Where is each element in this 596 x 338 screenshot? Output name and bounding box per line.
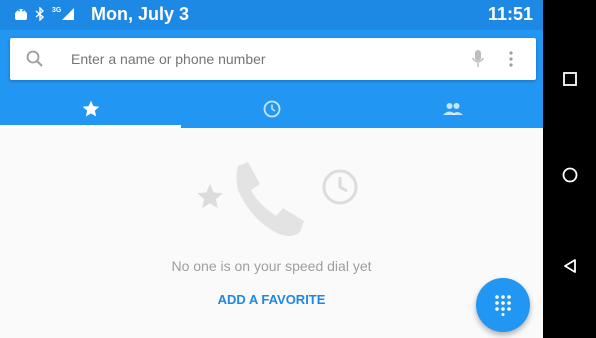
android-icon <box>15 9 27 20</box>
clock-icon <box>263 100 280 118</box>
dialer-header: Enter a name or phone number <box>0 30 543 128</box>
tab-contacts[interactable] <box>362 90 543 128</box>
status-date: Mon, July 3 <box>91 4 190 24</box>
dialpad-fab[interactable] <box>476 278 530 332</box>
speed-dial-illustration-icon <box>197 162 358 236</box>
speed-dial-empty-state: No one is on your speed dial yet ADD A F… <box>0 128 543 338</box>
dialer-tabs <box>0 90 543 128</box>
search-box[interactable]: Enter a name or phone number <box>10 38 536 80</box>
back-icon <box>564 259 576 273</box>
more-options-icon[interactable] <box>508 49 514 69</box>
tab-speed-dial[interactable] <box>0 90 181 128</box>
dialpad-icon <box>495 295 511 316</box>
navigation-bar <box>543 0 596 338</box>
recents-button[interactable] <box>557 66 583 92</box>
search-icon <box>26 50 43 67</box>
phone-screen: 3G Mon, July 3 11:51 Enter a name or pho… <box>0 0 543 338</box>
status-icons: 3G <box>14 7 75 21</box>
bluetooth-icon <box>35 7 45 21</box>
empty-state-message: No one is on your speed dial yet <box>171 258 372 274</box>
star-icon <box>82 100 99 117</box>
home-icon <box>562 167 578 183</box>
add-favorite-button[interactable]: ADD A FAVORITE <box>0 292 543 307</box>
back-button[interactable] <box>557 253 583 279</box>
home-button[interactable] <box>557 162 583 188</box>
status-bar: 3G Mon, July 3 11:51 <box>0 0 543 30</box>
recents-icon <box>563 72 577 86</box>
network-label: 3G <box>52 6 62 14</box>
search-input[interactable]: Enter a name or phone number <box>71 51 266 67</box>
microphone-icon[interactable] <box>471 49 485 69</box>
tab-recents[interactable] <box>181 90 362 128</box>
status-time: 11:51 <box>487 4 533 24</box>
people-icon <box>442 103 463 115</box>
signal-icon <box>62 8 75 20</box>
